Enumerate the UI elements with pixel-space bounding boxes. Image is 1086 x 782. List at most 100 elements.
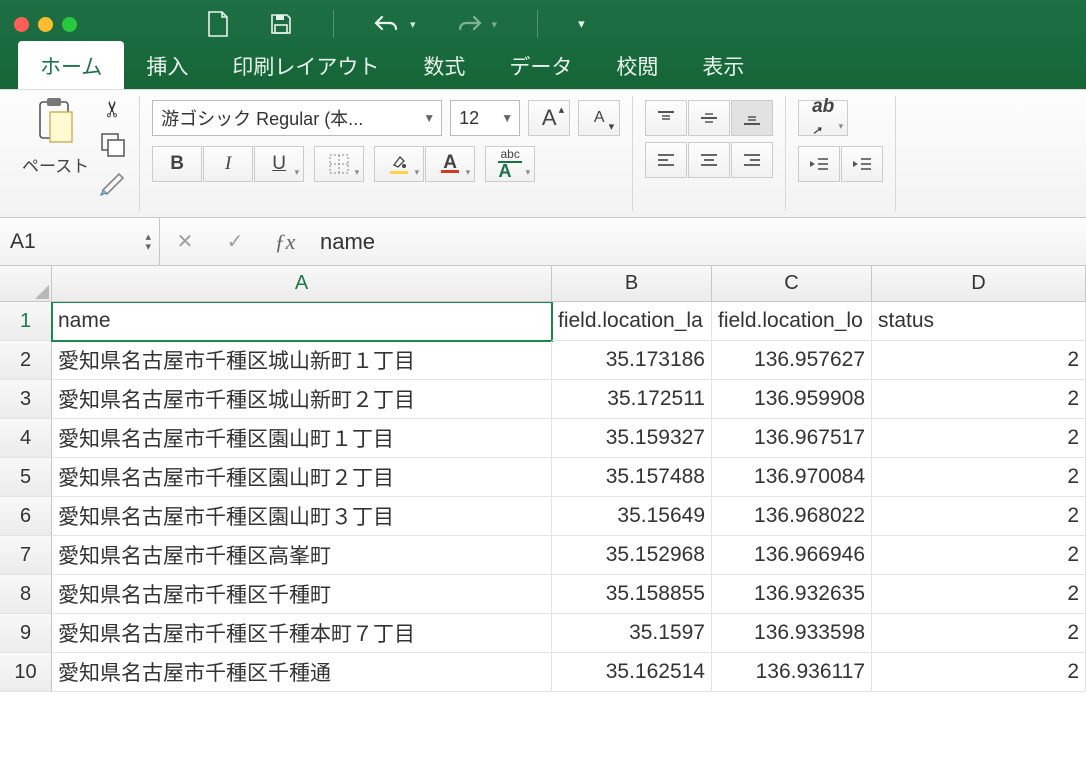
column-header-D[interactable]: D <box>872 266 1086 302</box>
font-name-select[interactable]: 游ゴシック Regular (本...▼ <box>152 100 442 136</box>
cancel-formula-button[interactable]: ✕ <box>160 229 210 254</box>
cell[interactable]: 136.967517 <box>712 419 872 458</box>
increase-font-button[interactable]: A▴ <box>528 100 570 136</box>
cell[interactable]: 愛知県名古屋市千種区千種通 <box>52 653 552 692</box>
tab-home[interactable]: ホーム <box>18 41 124 89</box>
cell[interactable]: 136.933598 <box>712 614 872 653</box>
tab-view[interactable]: 表示 <box>680 41 766 89</box>
cell[interactable]: 136.932635 <box>712 575 872 614</box>
row-header-1[interactable]: 1 <box>0 302 52 341</box>
row-header-5[interactable]: 5 <box>0 458 52 497</box>
cell[interactable]: 35.172511 <box>552 380 712 419</box>
cell-D1[interactable]: status <box>872 302 1086 341</box>
cell[interactable]: 愛知県名古屋市千種区園山町２丁目 <box>52 458 552 497</box>
cell[interactable]: 35.158855 <box>552 575 712 614</box>
cell[interactable]: 愛知県名古屋市千種区高峯町 <box>52 536 552 575</box>
enter-formula-button[interactable]: ✓ <box>210 229 260 254</box>
underline-button[interactable]: U▾ <box>254 146 304 182</box>
tab-insert[interactable]: 挿入 <box>124 41 210 89</box>
cell[interactable]: 136.966946 <box>712 536 872 575</box>
cell[interactable]: 2 <box>872 458 1086 497</box>
save-icon[interactable] <box>269 12 293 36</box>
customize-qat-button[interactable]: ▾ <box>578 16 585 32</box>
tab-data[interactable]: データ <box>487 41 594 89</box>
cell[interactable]: 愛知県名古屋市千種区城山新町２丁目 <box>52 380 552 419</box>
decrease-indent-button[interactable] <box>798 146 840 182</box>
align-left-button[interactable] <box>645 142 687 178</box>
row-header-10[interactable]: 10 <box>0 653 52 692</box>
column-header-B[interactable]: B <box>552 266 712 302</box>
orientation-button[interactable]: ab↗▾ <box>798 100 848 136</box>
cell[interactable]: 35.15649 <box>552 497 712 536</box>
fill-color-button[interactable]: ▾ <box>374 146 424 182</box>
row-header-7[interactable]: 7 <box>0 536 52 575</box>
borders-button[interactable]: ▾ <box>314 146 364 182</box>
format-painter-button[interactable] <box>99 168 127 196</box>
cell[interactable]: 愛知県名古屋市千種区園山町１丁目 <box>52 419 552 458</box>
cell[interactable]: 2 <box>872 575 1086 614</box>
tab-page-layout[interactable]: 印刷レイアウト <box>210 41 401 89</box>
row-header-8[interactable]: 8 <box>0 575 52 614</box>
cell-B1[interactable]: field.location_la <box>552 302 712 341</box>
decrease-font-button[interactable]: A▾ <box>578 100 620 136</box>
cell[interactable]: 136.970084 <box>712 458 872 497</box>
cut-button[interactable]: ✂ <box>100 100 126 118</box>
minimize-window-button[interactable] <box>38 17 53 32</box>
cell[interactable]: 35.152968 <box>552 536 712 575</box>
cell[interactable]: 35.173186 <box>552 341 712 380</box>
cell[interactable]: 35.162514 <box>552 653 712 692</box>
row-header-4[interactable]: 4 <box>0 419 52 458</box>
paste-button[interactable]: ペースト <box>22 96 89 177</box>
cell[interactable]: 2 <box>872 614 1086 653</box>
cell[interactable]: 愛知県名古屋市千種区千種本町７丁目 <box>52 614 552 653</box>
align-top-button[interactable] <box>645 100 687 136</box>
cell[interactable]: 愛知県名古屋市千種区城山新町１丁目 <box>52 341 552 380</box>
undo-button[interactable]: ▾ <box>374 14 416 34</box>
bold-button[interactable]: B <box>152 146 202 182</box>
cell[interactable]: 136.959908 <box>712 380 872 419</box>
cell[interactable]: 2 <box>872 653 1086 692</box>
new-file-icon[interactable] <box>207 11 229 37</box>
cell[interactable]: 2 <box>872 380 1086 419</box>
phonetic-guide-button[interactable]: abcA▾ <box>485 146 535 182</box>
cell[interactable]: 136.936117 <box>712 653 872 692</box>
increase-indent-button[interactable] <box>841 146 883 182</box>
formula-input[interactable]: name <box>310 229 1086 255</box>
zoom-window-button[interactable] <box>62 17 77 32</box>
cell[interactable]: 愛知県名古屋市千種区園山町３丁目 <box>52 497 552 536</box>
row-header-3[interactable]: 3 <box>0 380 52 419</box>
cell[interactable]: 2 <box>872 341 1086 380</box>
cell[interactable]: 2 <box>872 497 1086 536</box>
close-window-button[interactable] <box>14 17 29 32</box>
copy-button[interactable] <box>100 132 126 158</box>
align-right-button[interactable] <box>731 142 773 178</box>
align-middle-button[interactable] <box>688 100 730 136</box>
font-color-button[interactable]: A▾ <box>425 146 475 182</box>
column-header-C[interactable]: C <box>712 266 872 302</box>
redo-button[interactable]: ▾ <box>456 14 498 34</box>
paste-label: ペースト <box>22 152 89 177</box>
insert-function-button[interactable]: ƒx <box>260 229 310 255</box>
align-bottom-button[interactable] <box>731 100 773 136</box>
row-header-6[interactable]: 6 <box>0 497 52 536</box>
cell[interactable]: 愛知県名古屋市千種区千種町 <box>52 575 552 614</box>
cell[interactable]: 2 <box>872 419 1086 458</box>
row-header-2[interactable]: 2 <box>0 341 52 380</box>
cell[interactable]: 35.1597 <box>552 614 712 653</box>
cell-A1[interactable]: name <box>52 302 552 341</box>
row-header-9[interactable]: 9 <box>0 614 52 653</box>
name-box[interactable]: A1 ▴▾ <box>0 218 160 266</box>
cell[interactable]: 136.968022 <box>712 497 872 536</box>
font-size-select[interactable]: 12▼ <box>450 100 520 136</box>
cell[interactable]: 2 <box>872 536 1086 575</box>
align-center-button[interactable] <box>688 142 730 178</box>
cell[interactable]: 35.159327 <box>552 419 712 458</box>
tab-formulas[interactable]: 数式 <box>401 41 487 89</box>
select-all-corner[interactable] <box>0 266 52 302</box>
cell[interactable]: 35.157488 <box>552 458 712 497</box>
cell[interactable]: 136.957627 <box>712 341 872 380</box>
italic-button[interactable]: I <box>203 146 253 182</box>
cell-C1[interactable]: field.location_lo <box>712 302 872 341</box>
tab-review[interactable]: 校閲 <box>594 41 680 89</box>
column-header-A[interactable]: A <box>52 266 552 302</box>
